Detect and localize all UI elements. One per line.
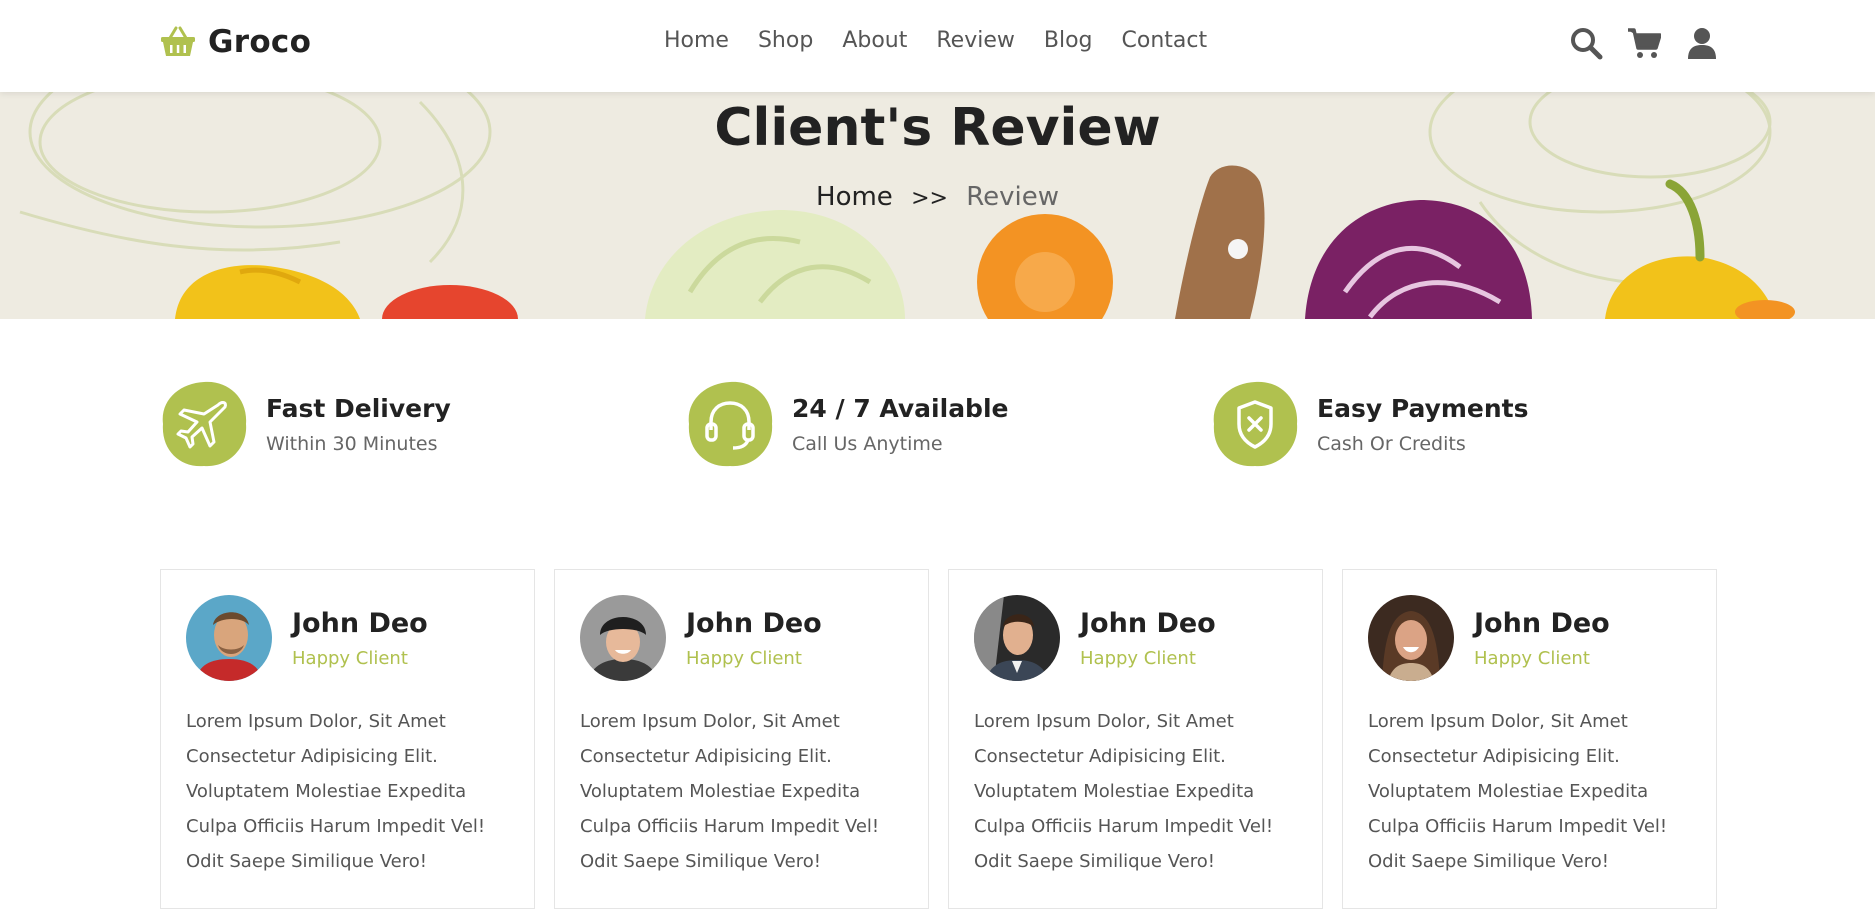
breadcrumb-separator: >>: [911, 186, 948, 211]
feature-title: Fast Delivery: [266, 393, 451, 423]
feature-text: Easy Payments Cash Or Credits: [1317, 394, 1529, 455]
nav-review[interactable]: Review: [936, 28, 1015, 53]
headset-icon: [686, 380, 774, 468]
cart-icon[interactable]: [1627, 26, 1662, 60]
hero-banner: Client's Review Home >> Review: [0, 92, 1875, 319]
nav-contact[interactable]: Contact: [1122, 28, 1208, 53]
reviewer-name: John Deo: [292, 608, 428, 639]
reviewer-role: Happy Client: [1080, 648, 1196, 669]
breadcrumb-home[interactable]: Home: [816, 182, 893, 212]
header-actions: [1569, 26, 1719, 60]
feature-title: Easy Payments: [1317, 393, 1529, 423]
nav-shop[interactable]: Shop: [758, 28, 813, 53]
avatar: [580, 595, 666, 681]
reviewer-name: John Deo: [1474, 608, 1610, 639]
shield-icon: [1211, 380, 1299, 468]
review-text: Lorem Ipsum Dolor, Sit Amet Consectetur …: [186, 711, 486, 872]
avatar: [1368, 595, 1454, 681]
reviewer-role: Happy Client: [1474, 648, 1590, 669]
feature-subtitle: Within 30 Minutes: [266, 432, 438, 455]
feature-easy-payments: Easy Payments Cash Or Credits: [1211, 380, 1529, 468]
review-card: John Deo Happy Client Lorem Ipsum Dolor,…: [554, 569, 929, 909]
page-title: Client's Review: [714, 98, 1161, 158]
nav-home[interactable]: Home: [664, 28, 729, 53]
breadcrumb-current: Review: [966, 182, 1059, 212]
review-card: John Deo Happy Client Lorem Ipsum Dolor,…: [1342, 569, 1717, 909]
reviewer-role: Happy Client: [292, 648, 408, 669]
avatar: [974, 595, 1060, 681]
feature-fast-delivery: Fast Delivery Within 30 Minutes: [160, 380, 451, 468]
brand-name: Groco: [208, 24, 312, 60]
logo[interactable]: Groco: [160, 24, 311, 60]
review-card: John Deo Happy Client Lorem Ipsum Dolor,…: [160, 569, 535, 909]
review-text: Lorem Ipsum Dolor, Sit Amet Consectetur …: [974, 711, 1274, 872]
breadcrumb: Home >> Review: [0, 182, 1875, 212]
user-icon[interactable]: [1685, 26, 1719, 60]
plane-icon: [160, 380, 248, 468]
reviewer-name: John Deo: [1080, 608, 1216, 639]
site-header: Groco Home Shop About Review Blog Contac…: [0, 0, 1875, 92]
main-nav: Home Shop About Review Blog Contact: [664, 28, 1207, 53]
feature-subtitle: Call Us Anytime: [792, 432, 943, 455]
feature-subtitle: Cash Or Credits: [1317, 432, 1466, 455]
search-icon[interactable]: [1569, 26, 1603, 60]
review-text: Lorem Ipsum Dolor, Sit Amet Consectetur …: [580, 711, 880, 872]
reviewer-role: Happy Client: [686, 648, 802, 669]
review-text: Lorem Ipsum Dolor, Sit Amet Consectetur …: [1368, 711, 1668, 872]
nav-about[interactable]: About: [842, 28, 907, 53]
reviewer-name: John Deo: [686, 608, 822, 639]
avatar: [186, 595, 272, 681]
nav-blog[interactable]: Blog: [1044, 28, 1093, 53]
feature-title: 24 / 7 Available: [792, 393, 1009, 423]
basket-icon: [160, 26, 196, 58]
review-card: John Deo Happy Client Lorem Ipsum Dolor,…: [948, 569, 1323, 909]
feature-availability: 24 / 7 Available Call Us Anytime: [686, 380, 1008, 468]
feature-text: 24 / 7 Available Call Us Anytime: [792, 394, 1008, 455]
feature-text: Fast Delivery Within 30 Minutes: [266, 394, 451, 455]
